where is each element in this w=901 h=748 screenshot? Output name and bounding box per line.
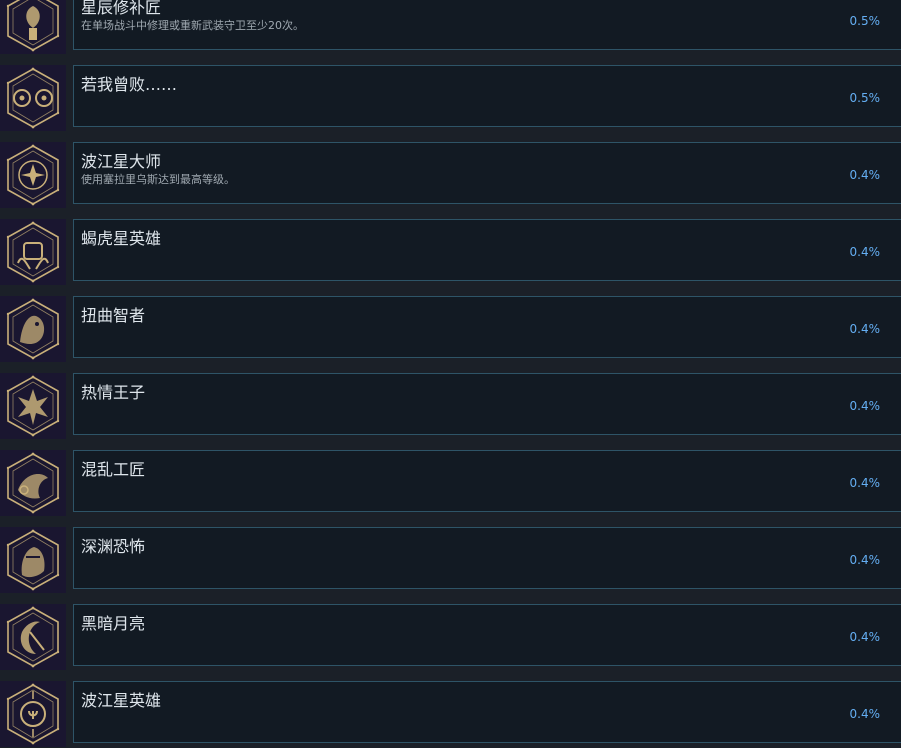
passion-prince-icon <box>0 373 66 439</box>
achievement-title: 蝎虎星英雄 <box>81 229 162 248</box>
achievement-panel: 波江星英雄 0.4% <box>73 681 901 743</box>
achievement-row[interactable]: 波江星大师使用塞拉里乌斯达到最高等级。 0.4% <box>0 141 901 208</box>
achievement-panel: 波江星大师使用塞拉里乌斯达到最高等级。 0.4% <box>73 142 901 204</box>
dark-moon-icon <box>0 604 66 670</box>
achievement-panel: 深渊恐怖 0.4% <box>73 527 901 589</box>
achievement-panel: 黑暗月亮 0.4% <box>73 604 901 666</box>
achievement-list: 星辰修补匠在单场战斗中修理或重新武装守卫至少20次。 0.5% 若我曾败…… 0.5%… <box>0 0 901 748</box>
achievement-row[interactable]: 星辰修补匠在单场战斗中修理或重新武装守卫至少20次。 0.5% <box>0 0 901 54</box>
unlock-percentage: 0.4% <box>849 630 881 644</box>
unlock-percentage: 0.5% <box>849 14 881 28</box>
achievement-title: 波江星大师 <box>81 152 162 171</box>
achievement-row[interactable]: 扭曲智者 0.4% <box>0 295 901 362</box>
achievement-title: 若我曾败…… <box>81 75 178 94</box>
unlock-percentage: 0.4% <box>849 168 881 182</box>
unlock-percentage: 0.4% <box>849 322 881 336</box>
achievement-title: 星辰修补匠 <box>81 0 162 17</box>
gecko-hero-icon <box>0 219 66 285</box>
achievement-row[interactable]: 深渊恐怖 0.4% <box>0 526 901 593</box>
unlock-percentage: 0.4% <box>849 553 881 567</box>
achievement-title: 波江星英雄 <box>81 691 162 710</box>
achievement-title: 深渊恐怖 <box>81 537 146 556</box>
twin-eyes-icon <box>0 65 66 131</box>
achievement-row[interactable]: 波江星英雄 0.4% <box>0 680 901 747</box>
achievement-title: 黑暗月亮 <box>81 614 146 633</box>
achievement-row[interactable]: 黑暗月亮 0.4% <box>0 603 901 670</box>
achievement-row[interactable]: 若我曾败…… 0.5% <box>0 64 901 131</box>
achievement-row[interactable]: 蝎虎星英雄 0.4% <box>0 218 901 285</box>
unlock-percentage: 0.4% <box>849 245 881 259</box>
twisted-sage-icon <box>0 296 66 362</box>
achievement-panel: 蝎虎星英雄 0.4% <box>73 219 901 281</box>
achievement-title: 混乱工匠 <box>81 460 146 479</box>
achievement-panel: 热情王子 0.4% <box>73 373 901 435</box>
unlock-percentage: 0.4% <box>849 707 881 721</box>
achievement-title: 热情王子 <box>81 383 146 402</box>
achievement-title: 扭曲智者 <box>81 306 146 325</box>
star-emblem-icon <box>0 142 66 208</box>
achievement-panel: 若我曾败…… 0.5% <box>73 65 901 127</box>
achievement-panel: 星辰修补匠在单场战斗中修理或重新武装守卫至少20次。 0.5% <box>73 0 901 50</box>
eridanus-hero-icon <box>0 681 66 747</box>
achievement-panel: 扭曲智者 0.4% <box>73 296 901 358</box>
beacon-hexagon-icon <box>0 0 66 54</box>
unlock-percentage: 0.5% <box>849 91 881 105</box>
achievement-row[interactable]: 热情王子 0.4% <box>0 372 901 439</box>
chaos-artisan-icon <box>0 450 66 516</box>
achievement-description: 在单场战斗中修理或重新武装守卫至少20次。 <box>81 19 304 32</box>
achievement-row[interactable]: 混乱工匠 0.4% <box>0 449 901 516</box>
achievement-description: 使用塞拉里乌斯达到最高等级。 <box>81 173 235 186</box>
unlock-percentage: 0.4% <box>849 476 881 490</box>
achievement-panel: 混乱工匠 0.4% <box>73 450 901 512</box>
unlock-percentage: 0.4% <box>849 399 881 413</box>
abyss-horror-icon <box>0 527 66 593</box>
